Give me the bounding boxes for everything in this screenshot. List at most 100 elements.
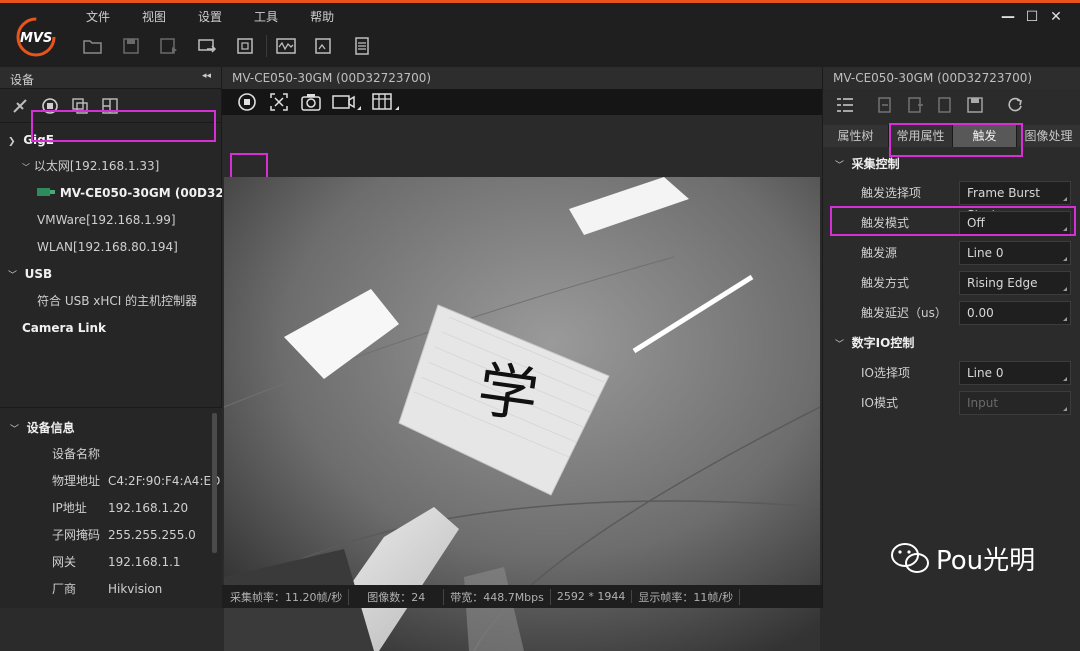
tree-wlan[interactable]: WLAN[192.168.80.194] xyxy=(37,236,178,258)
preview-panel: MV-CE050-30GM (00D32723700) 学 采集帧率：11.20… xyxy=(222,67,839,651)
image-edit-icon[interactable] xyxy=(311,33,337,59)
title-bar: MVS 文件 视图 设置 工具 帮助 — ☐ ✕ xyxy=(0,3,1080,67)
device-panel-title: 设备 xyxy=(10,73,35,87)
device-info-header[interactable]: ﹀ 设备信息 xyxy=(10,418,75,438)
chevron-down-icon: ﹀ xyxy=(8,271,18,281)
snapshot-icon[interactable] xyxy=(300,91,322,113)
prop-label: 触发源 xyxy=(861,246,898,260)
minimize-button[interactable]: — xyxy=(996,9,1020,25)
info-key: 设备名称 xyxy=(52,447,101,461)
save-as-icon[interactable] xyxy=(156,33,182,59)
file-icon[interactable] xyxy=(935,95,955,115)
device-panel: 设备 ◂◂ ❯ GigE ﹀ 以太网[192.168.1.33] MV-CE05… xyxy=(0,67,237,608)
camera-highlight-box xyxy=(31,110,216,142)
chevron-down-icon: ❯ xyxy=(8,137,16,147)
trigger-source-dropdown[interactable]: Line 0 xyxy=(959,241,1071,265)
camera-frame-svg: 学 xyxy=(224,177,820,651)
chevron-down-icon: ﹀ xyxy=(22,163,30,172)
info-value: 192.168.1.1 xyxy=(108,555,181,569)
prop-label: 触发延迟（us） xyxy=(861,306,947,320)
info-key: 网关 xyxy=(52,555,77,569)
tree-usb[interactable]: ﹀ USB xyxy=(8,263,52,285)
tree-ethernet[interactable]: ﹀ 以太网[192.168.1.33] xyxy=(22,155,159,177)
device-tree: ❯ GigE ﹀ 以太网[192.168.1.33] MV-CE050-30GM… xyxy=(0,123,237,409)
io-selector-dropdown[interactable]: Line 0 xyxy=(959,361,1071,385)
toolbar-divider xyxy=(266,35,267,57)
info-key: 子网掩码 xyxy=(52,528,101,542)
open-folder-icon[interactable] xyxy=(80,33,106,59)
wechat-icon xyxy=(891,542,929,573)
tree-camera[interactable]: MV-CE050-30GM (00D32... xyxy=(36,182,237,204)
preview-title: MV-CE050-30GM (00D32723700) xyxy=(222,67,822,89)
status-display-fps: 显示帧率：11帧/秒 xyxy=(632,588,741,605)
status-bar: 采集帧率：11.20帧/秒 图像数：24 带宽：448.7Mbps 2592 *… xyxy=(222,585,839,608)
preview-toolbar xyxy=(222,89,822,115)
collapse-panel-button[interactable]: ◂◂ xyxy=(202,71,211,84)
group-acquisition-control[interactable]: ﹀ 采集控制 xyxy=(835,151,900,177)
tree-wlan-label: WLAN[192.168.80.194] xyxy=(37,240,178,254)
mvs-logo-icon: MVS xyxy=(16,17,56,57)
group-io-label: 数字IO控制 xyxy=(851,336,915,350)
waveform-icon[interactable] xyxy=(273,33,299,59)
stop-grab-icon[interactable] xyxy=(236,91,258,113)
menu-file[interactable]: 文件 xyxy=(86,8,110,25)
chevron-down-icon: ﹀ xyxy=(835,161,845,171)
tree-usb-host-label: 符合 USB xHCI 的主机控制器 xyxy=(37,294,198,308)
trigger-selector-dropdown[interactable]: Frame Burst Start xyxy=(959,181,1071,222)
properties-toolbar xyxy=(823,89,1080,121)
menu-settings[interactable]: 设置 xyxy=(198,8,222,25)
tree-usb-host[interactable]: 符合 USB xHCI 的主机控制器 xyxy=(37,290,197,312)
export-icon[interactable] xyxy=(194,33,220,59)
prop-label: 触发选择项 xyxy=(861,186,922,200)
tree-vmware-label: VMWare[192.168.1.99] xyxy=(37,213,176,227)
grid-icon[interactable] xyxy=(372,91,402,113)
info-scrollbar[interactable] xyxy=(212,413,217,553)
status-images: 图像数：24 xyxy=(349,588,445,605)
trigger-activation-dropdown[interactable]: Rising Edge xyxy=(959,271,1071,295)
tree-cameralink[interactable]: Camera Link xyxy=(22,317,106,339)
trigger-delay-input[interactable]: 0.00 xyxy=(959,301,1071,325)
list-icon[interactable] xyxy=(349,33,375,59)
tab-image-processing[interactable]: 图像处理 xyxy=(1017,125,1080,147)
device-panel-header: 设备 ◂◂ xyxy=(0,67,221,89)
menu-bar: 文件 视图 设置 工具 帮助 xyxy=(86,8,366,25)
menu-view[interactable]: 视图 xyxy=(142,8,166,25)
crosshair-icon[interactable] xyxy=(268,91,290,113)
save-config-icon[interactable] xyxy=(965,95,985,115)
properties-title: MV-CE050-30GM (00D32723700) xyxy=(823,67,1080,89)
main-toolbar xyxy=(80,33,387,59)
tab-property-tree[interactable]: 属性树 xyxy=(823,125,889,147)
info-value: C4:2F:90:F4:A4:ED xyxy=(108,474,221,488)
fullscreen-icon[interactable] xyxy=(232,33,258,59)
record-icon[interactable] xyxy=(332,91,362,113)
refresh-icon[interactable] xyxy=(1005,95,1025,115)
device-info-title: 设备信息 xyxy=(26,421,75,435)
device-info-panel: ﹀ 设备信息 设备名称 物理地址 C4:2F:90:F4:A4:ED IP地址 … xyxy=(0,407,222,608)
maximize-button[interactable]: ☐ xyxy=(1020,9,1044,25)
group-digital-io[interactable]: ﹀ 数字IO控制 xyxy=(835,330,914,356)
info-value: 192.168.1.20 xyxy=(108,501,189,515)
camera-device-icon xyxy=(37,188,55,196)
tree-list-icon[interactable] xyxy=(835,95,855,115)
camera-image: 学 xyxy=(224,177,820,651)
status-bandwidth: 带宽：448.7Mbps xyxy=(444,588,551,605)
prop-label: IO选择项 xyxy=(861,366,910,380)
watermark: Pou光明 xyxy=(890,540,1035,577)
disconnect-icon[interactable] xyxy=(10,96,30,116)
menu-tools[interactable]: 工具 xyxy=(254,8,278,25)
export-config-icon[interactable] xyxy=(905,95,925,115)
chevron-down-icon: ﹀ xyxy=(10,425,20,435)
close-button[interactable]: ✕ xyxy=(1044,9,1068,25)
save-icon[interactable] xyxy=(118,33,144,59)
tree-vmware[interactable]: VMWare[192.168.1.99] xyxy=(37,209,176,231)
menu-help[interactable]: 帮助 xyxy=(310,8,334,25)
window-controls: — ☐ ✕ xyxy=(996,9,1068,25)
tabs-highlight-box xyxy=(889,123,1023,157)
import-icon[interactable] xyxy=(875,95,895,115)
info-key: 厂商 xyxy=(52,582,77,596)
tree-cameralink-label: Camera Link xyxy=(22,321,107,335)
status-fps: 采集帧率：11.20帧/秒 xyxy=(222,588,350,605)
prop-label: IO模式 xyxy=(861,396,898,410)
io-mode-dropdown: Input xyxy=(959,391,1071,415)
tree-camera-label: MV-CE050-30GM (00D32... xyxy=(59,186,238,200)
